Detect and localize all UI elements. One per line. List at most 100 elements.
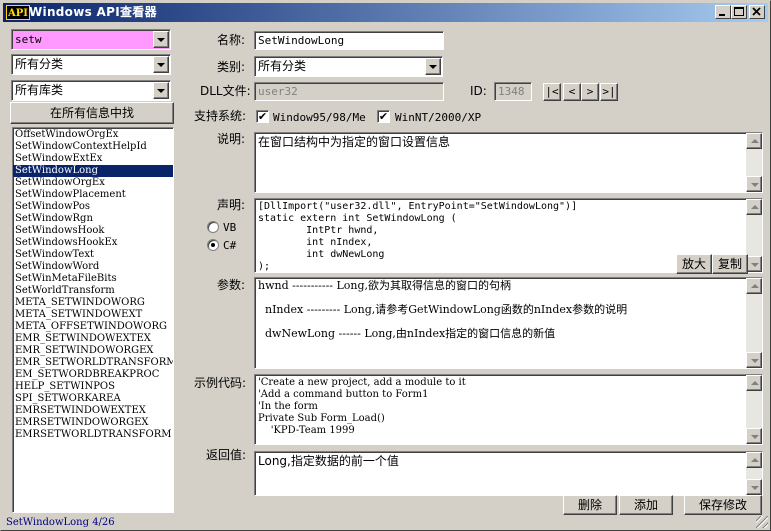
winnt-checkbox[interactable]: ✔ — [377, 110, 390, 123]
scroll-up-button[interactable] — [746, 133, 762, 149]
list-item[interactable]: META_SETWINDOWEXT — [13, 309, 173, 321]
api-list[interactable]: OffsetWindowOrgEx SetWindowContextHelpId S… — [12, 127, 174, 513]
vb-label: VB — [223, 221, 237, 234]
list-item[interactable]: EMRSETWORLDTRANSFORM — [13, 429, 173, 441]
enlarge-button[interactable]: 放大 — [676, 254, 712, 274]
main-window: API Windows API查看器 setw 所有分类 所有库类 在所有信息中… — [0, 0, 771, 531]
example-scrollbar[interactable] — [746, 375, 762, 444]
example-label: 示例代码: — [194, 376, 247, 390]
list-item[interactable]: EM_SETWORDBREAKPROC — [13, 369, 173, 381]
list-item[interactable]: SetWindowPlacement — [13, 189, 173, 201]
list-item[interactable]: EMR_SETWORLDTRANSFORM — [13, 357, 173, 369]
scroll-up-button[interactable] — [746, 199, 762, 215]
chevron-down-icon — [157, 38, 165, 42]
copy-button[interactable]: 复制 — [712, 254, 748, 274]
list-item[interactable]: META_SETWINDOWORG — [13, 297, 173, 309]
search-input[interactable]: setw — [15, 32, 42, 47]
list-item[interactable]: SetWindowOrgEx — [13, 177, 173, 189]
return-textarea[interactable]: Long,指定数据的前一个值 — [254, 451, 763, 496]
list-item[interactable]: SetWindowWord — [13, 261, 173, 273]
window-title: Windows API查看器 — [29, 5, 157, 19]
maximize-button[interactable] — [731, 5, 747, 19]
save-button[interactable]: 保存修改 — [684, 495, 762, 515]
minimize-button[interactable] — [715, 5, 731, 19]
list-item[interactable]: EMR_SETWINDOWORGEX — [13, 345, 173, 357]
list-item[interactable]: OffsetWindowOrgEx — [13, 129, 173, 141]
csharp-radio[interactable] — [207, 239, 219, 251]
list-item[interactable]: EMRSETWINDOWORGEX — [13, 417, 173, 429]
return-scrollbar[interactable] — [746, 452, 762, 495]
close-button[interactable] — [749, 5, 765, 19]
scroll-up-button[interactable] — [746, 452, 762, 468]
list-item[interactable]: HELP_SETWINPOS — [13, 381, 173, 393]
arrow-down-icon — [751, 486, 759, 490]
dll-field: user32 — [254, 82, 444, 101]
category-combo-value: 所有分类 — [258, 59, 307, 73]
library-filter-combo[interactable]: 所有库类 — [11, 80, 171, 101]
list-item[interactable]: SetWindowRgn — [13, 213, 173, 225]
search-combo[interactable]: setw — [11, 29, 171, 50]
category-label: 类别: — [217, 60, 246, 74]
delete-button[interactable]: 删除 — [563, 495, 617, 515]
resize-grip-icon[interactable] — [756, 516, 768, 528]
nav-first-button[interactable]: |< — [543, 83, 561, 101]
list-item[interactable]: SetWindowsHook — [13, 225, 173, 237]
return-label: 返回值: — [206, 448, 247, 462]
category-filter-combo[interactable]: 所有分类 — [11, 54, 171, 75]
scroll-up-button[interactable] — [746, 375, 762, 391]
search-dropdown-button[interactable] — [153, 31, 169, 48]
declaration-scrollbar[interactable] — [746, 199, 762, 272]
arrow-up-icon — [751, 139, 759, 143]
find-all-button[interactable]: 在所有信息中找 — [10, 102, 174, 124]
id-label: ID: — [470, 84, 487, 98]
winnt-label: WinNT/2000/XP — [395, 111, 482, 124]
params-label: 参数: — [217, 278, 246, 292]
scroll-down-button[interactable] — [746, 352, 762, 368]
arrow-down-icon — [751, 435, 759, 439]
list-item[interactable]: META_OFFSETWINDOWORG — [13, 321, 173, 333]
nav-prev-button[interactable]: < — [563, 83, 581, 101]
name-field-value: SetWindowLong — [258, 34, 345, 47]
vb-radio[interactable] — [207, 221, 219, 233]
win95-checkbox[interactable]: ✔ — [256, 110, 269, 123]
list-item[interactable]: SetWinMetaFileBits — [13, 273, 173, 285]
scroll-down-button[interactable] — [746, 176, 762, 192]
list-item[interactable]: EMRSETWINDOWEXTEX — [13, 405, 173, 417]
params-textarea[interactable]: hwnd ----------- Long,欲为其取得信息的窗口的句柄 nInd… — [254, 277, 763, 369]
list-item[interactable]: EMR_SETWINDOWEXTEX — [13, 333, 173, 345]
chevron-down-icon — [157, 63, 165, 67]
chevron-down-icon — [429, 65, 437, 69]
scroll-up-button[interactable] — [746, 278, 762, 294]
list-item[interactable]: SetWindowText — [13, 249, 173, 261]
list-item[interactable]: SetWorldTransform — [13, 285, 173, 297]
nav-next-button[interactable]: > — [581, 83, 599, 101]
name-label: 名称: — [217, 33, 246, 47]
scroll-down-button[interactable] — [746, 256, 762, 272]
win95-label: Window95/98/Me — [273, 111, 366, 124]
minimize-icon — [719, 14, 725, 16]
title-bar[interactable]: API Windows API查看器 — [3, 3, 768, 22]
add-button[interactable]: 添加 — [619, 495, 673, 515]
params-scrollbar[interactable] — [746, 278, 762, 368]
description-scrollbar[interactable] — [746, 133, 762, 192]
list-item[interactable]: SetWindowExtEx — [13, 153, 173, 165]
name-field[interactable]: SetWindowLong — [254, 31, 444, 50]
support-label: 支持系统: — [194, 109, 247, 123]
example-textarea[interactable]: 'Create a new project, add a module to i… — [254, 374, 763, 445]
library-filter-dropdown-button[interactable] — [153, 82, 169, 99]
list-item[interactable]: SetWindowLong — [13, 165, 173, 177]
nav-last-button[interactable]: >| — [600, 83, 618, 101]
category-dropdown-button[interactable] — [425, 58, 441, 75]
return-text: Long,指定数据的前一个值 — [258, 454, 399, 468]
chevron-down-icon — [157, 89, 165, 93]
category-combo[interactable]: 所有分类 — [254, 56, 443, 77]
list-item[interactable]: SPI_SETWORKAREA — [13, 393, 173, 405]
list-item[interactable]: SetWindowsHookEx — [13, 237, 173, 249]
category-filter-dropdown-button[interactable] — [153, 56, 169, 73]
description-text: 在窗口结构中为指定的窗口设置信息 — [258, 135, 451, 149]
description-textarea[interactable]: 在窗口结构中为指定的窗口设置信息 — [254, 132, 763, 193]
list-item[interactable]: SetWindowContextHelpId — [13, 141, 173, 153]
list-item[interactable]: SetWindowPos — [13, 201, 173, 213]
scroll-down-button[interactable] — [746, 479, 762, 495]
scroll-down-button[interactable] — [746, 428, 762, 444]
